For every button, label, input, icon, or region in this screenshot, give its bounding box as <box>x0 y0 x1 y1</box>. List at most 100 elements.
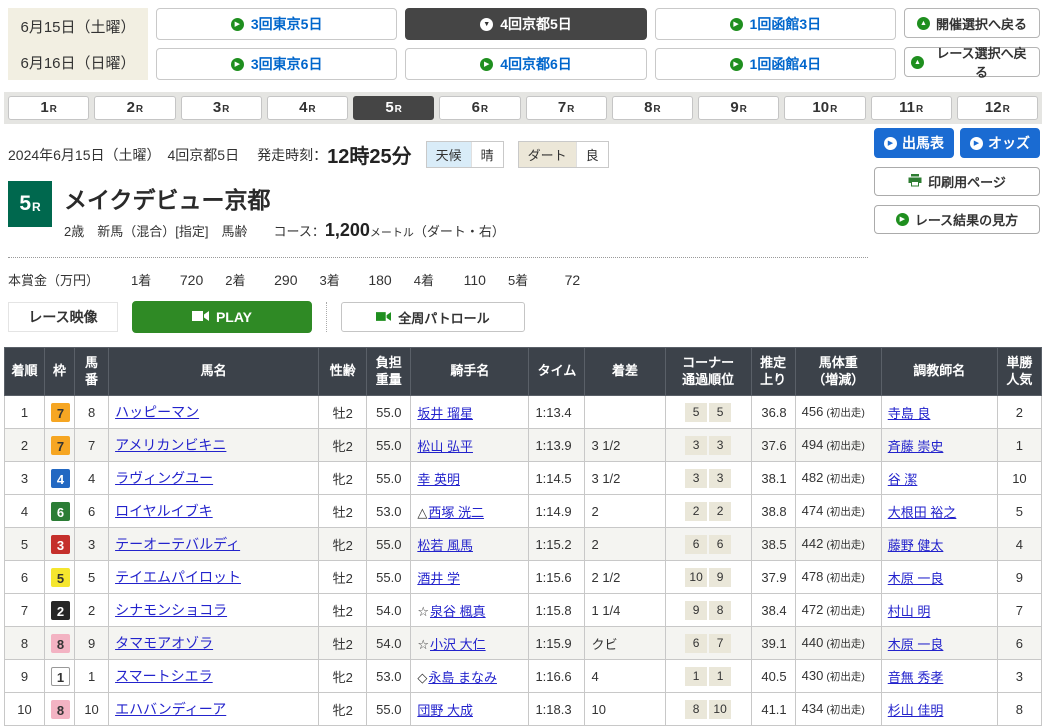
venue-button-r1-c2[interactable]: 4回京都5日 <box>405 8 646 40</box>
race-tab-10r[interactable]: 10R <box>784 96 865 120</box>
trainer-name-link[interactable]: 藤野 健太 <box>888 538 944 553</box>
back-to-race-select-button[interactable]: レース選択へ戻る <box>904 47 1040 77</box>
arrow-right-icon <box>231 58 244 71</box>
finish-position: 9 <box>5 660 45 693</box>
carried-weight: 55.0 <box>367 396 411 429</box>
race-tab-5r[interactable]: 5R <box>353 96 434 120</box>
apprentice-mark: ◇ <box>417 670 427 685</box>
venue-button-r2-c1[interactable]: 3回東京6日 <box>156 48 397 80</box>
odds-button[interactable]: オッズ <box>960 128 1040 158</box>
back-to-meeting-select-button[interactable]: 開催選択へ戻る <box>904 8 1040 38</box>
horse-weight-cell: 434(初出走) <box>795 693 881 726</box>
venue-button-r1-c1[interactable]: 3回東京5日 <box>156 8 397 40</box>
horse-weight-cell: 472(初出走) <box>795 594 881 627</box>
trainer-name-link[interactable]: 村山 明 <box>888 604 931 619</box>
horse-name-link[interactable]: エハバンディーア <box>115 701 226 717</box>
print-page-button[interactable]: 印刷用ページ <box>874 167 1040 196</box>
printer-icon <box>908 174 922 190</box>
finish-position: 3 <box>5 462 45 495</box>
trainer-name-link[interactable]: 杉山 佳明 <box>888 703 944 718</box>
arrow-right-icon <box>884 137 897 150</box>
win-popularity: 4 <box>997 528 1041 561</box>
jockey-name-link[interactable]: 松若 風馬 <box>417 538 473 553</box>
finish-time: 1:14.9 <box>529 495 585 528</box>
race-tab-8r[interactable]: 8R <box>612 96 693 120</box>
venue-button-r2-c2[interactable]: 4回京都6日 <box>405 48 646 80</box>
estimated-last-3f: 38.1 <box>751 462 795 495</box>
venue-button-r1-c3[interactable]: 1回函館3日 <box>655 8 896 40</box>
video-camera-icon <box>192 309 209 325</box>
jockey-cell: 松若 風馬 <box>411 528 529 561</box>
venue-button-r2-c3[interactable]: 1回函館4日 <box>655 48 896 80</box>
jockey-name-link[interactable]: 小沢 大仁 <box>430 637 486 652</box>
trainer-name-link[interactable]: 木原 一良 <box>888 571 944 586</box>
horse-name-link[interactable]: テーオーテバルディ <box>115 536 240 552</box>
horse-name-link[interactable]: ラヴィングユー <box>115 470 213 486</box>
jockey-name-link[interactable]: 泉谷 楓真 <box>430 604 486 619</box>
corner-position-chip: 3 <box>709 436 731 455</box>
sex-age: 牡2 <box>319 594 367 627</box>
result-row: 655テイエムパイロット牡255.0酒井 学1:15.62 1/210937.9… <box>5 561 1042 594</box>
corner-position-chip: 3 <box>685 469 707 488</box>
entry-table-button[interactable]: 出馬表 <box>874 128 954 158</box>
race-number-suffix: R <box>32 200 41 214</box>
estimated-last-3f: 36.8 <box>751 396 795 429</box>
race-tab-7r[interactable]: 7R <box>526 96 607 120</box>
trainer-name-link[interactable]: 音無 秀孝 <box>888 670 944 685</box>
trainer-name-link[interactable]: 寺島 良 <box>888 406 931 421</box>
jockey-name-link[interactable]: 松山 弘平 <box>417 439 473 454</box>
trainer-name-link[interactable]: 木原 一良 <box>888 637 944 652</box>
race-tab-11r[interactable]: 11R <box>871 96 952 120</box>
race-tab-number: 2 <box>127 99 135 116</box>
column-header: 馬名 <box>109 348 319 396</box>
jockey-name-link[interactable]: 永島 まなみ <box>428 670 497 685</box>
frame-cell: 5 <box>45 561 75 594</box>
carried-weight: 53.0 <box>367 495 411 528</box>
sex-age: 牡2 <box>319 627 367 660</box>
result-guide-button[interactable]: レース結果の見方 <box>874 205 1040 234</box>
race-number: 5 <box>19 192 31 216</box>
venue-label: 4回京都6日 <box>500 54 572 74</box>
race-tab-3r[interactable]: 3R <box>181 96 262 120</box>
jockey-name-link[interactable]: 団野 大成 <box>417 703 473 718</box>
play-button[interactable]: PLAY <box>132 301 312 333</box>
horse-name-link[interactable]: ハッピーマン <box>115 404 199 420</box>
jockey-name-link[interactable]: 西塚 洸二 <box>428 505 484 520</box>
back-button-label: レース選択へ戻る <box>930 43 1033 81</box>
horse-name-link[interactable]: シナモンショコラ <box>115 602 227 618</box>
jockey-name-link[interactable]: 坂井 瑠星 <box>417 406 473 421</box>
finish-position: 5 <box>5 528 45 561</box>
corner-position-chip: 3 <box>685 436 707 455</box>
date-column: 6月15日（土曜） 6月16日（日曜） <box>8 8 148 80</box>
horse-name-link[interactable]: ロイヤルイブキ <box>115 503 213 519</box>
horse-name-link[interactable]: タマモアオゾラ <box>115 635 213 651</box>
prize-place: 4着 <box>414 270 434 289</box>
trainer-name-link[interactable]: 斉藤 崇史 <box>888 439 944 454</box>
trainer-name-link[interactable]: 大根田 裕之 <box>888 505 957 520</box>
prize-amount: 720 <box>151 272 203 288</box>
estimated-last-3f: 38.5 <box>751 528 795 561</box>
race-tab-6r[interactable]: 6R <box>439 96 520 120</box>
race-tab-9r[interactable]: 9R <box>698 96 779 120</box>
column-header: 負担重量 <box>367 348 411 396</box>
horse-name-link[interactable]: テイエムパイロット <box>115 569 241 585</box>
horse-name-link[interactable]: スマートシエラ <box>115 668 213 684</box>
horse-name-link[interactable]: アメリカンビキニ <box>115 437 226 453</box>
column-header: 馬体重（増減） <box>795 348 881 396</box>
trainer-name-link[interactable]: 谷 潔 <box>888 472 918 487</box>
corner-positions: 66 <box>665 528 751 561</box>
arrow-right-icon <box>730 58 743 71</box>
patrol-video-button[interactable]: 全周パトロール <box>341 302 525 332</box>
race-tab-12r[interactable]: 12R <box>957 96 1038 120</box>
race-tab-2r[interactable]: 2R <box>94 96 175 120</box>
finish-time: 1:15.6 <box>529 561 585 594</box>
race-tab-1r[interactable]: 1R <box>8 96 89 120</box>
sex-age: 牝2 <box>319 462 367 495</box>
horse-weight-cell: 430(初出走) <box>795 660 881 693</box>
jockey-name-link[interactable]: 酒井 学 <box>417 571 460 586</box>
result-row: 344ラヴィングユー牝255.0幸 英明1:14.53 1/23338.1482… <box>5 462 1042 495</box>
jockey-name-link[interactable]: 幸 英明 <box>417 472 460 487</box>
corner-position-chip: 6 <box>685 634 707 653</box>
race-tab-4r[interactable]: 4R <box>267 96 348 120</box>
side-action-row: 出馬表 オッズ <box>874 128 1040 158</box>
